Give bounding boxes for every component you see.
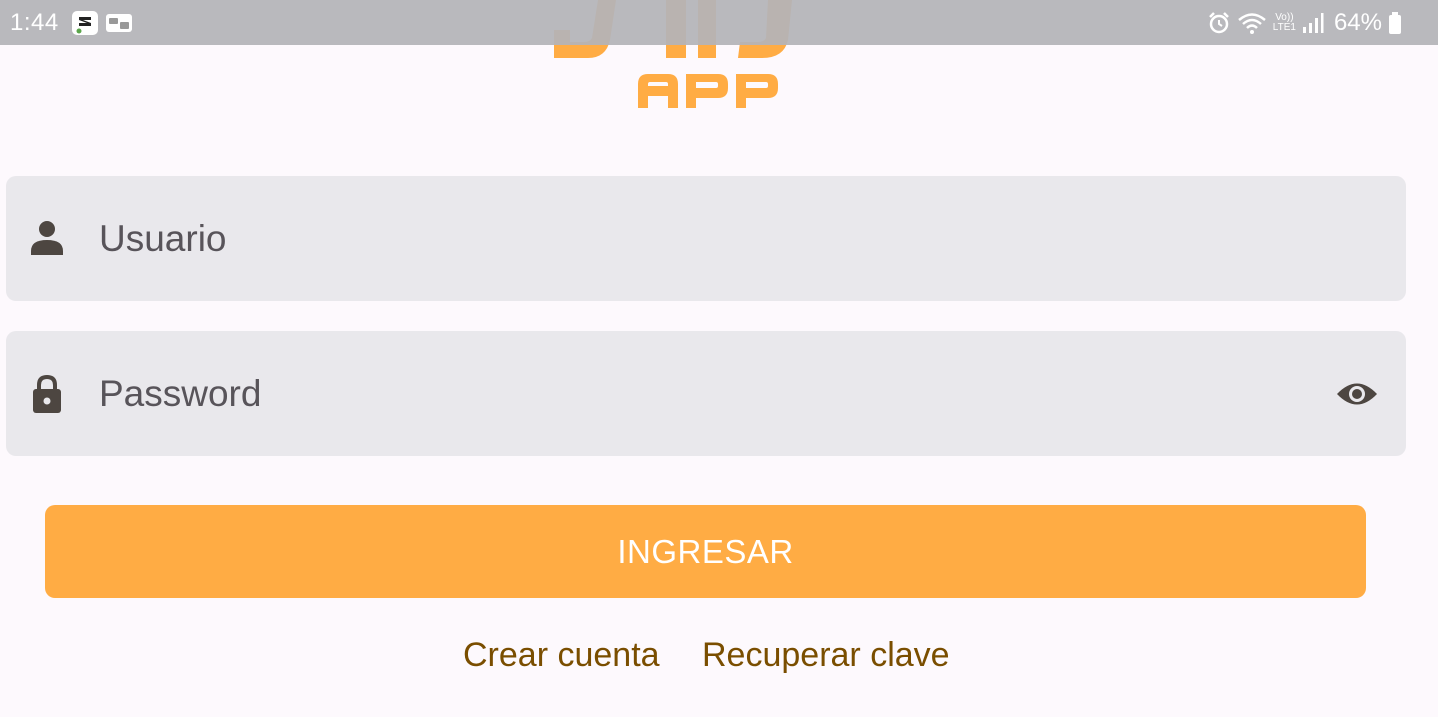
network-label-top: Vo)) [1275,11,1294,23]
username-placeholder: Usuario [99,217,227,259]
alarm-icon [1207,11,1231,35]
battery-percent: 64% [1333,8,1382,36]
recover-password-link[interactable]: Recuperar clave [702,636,950,675]
signal-icon [1302,12,1324,34]
battery-icon [1388,11,1402,35]
status-bar-right: Vo)) LTE1 64% [1207,9,1402,37]
wifi-icon [1237,11,1267,35]
login-button[interactable]: INGRESAR [45,505,1366,598]
network-type-label: Vo)) LTE1 [1272,11,1296,33]
password-field[interactable]: Password [6,331,1406,456]
login-screen: 1:44 Vo)) LTE1 64% Usuario Password INGR… [0,0,1438,717]
notification-app-icon [71,10,99,36]
network-label-bottom: LTE1 [1272,21,1296,33]
eye-icon[interactable] [1312,331,1402,456]
person-icon [6,176,88,301]
status-time: 1:44 [10,8,59,36]
create-account-link[interactable]: Crear cuenta [463,636,660,675]
status-bar-left: 1:44 [10,9,133,37]
password-placeholder: Password [99,372,262,414]
notification-card-icon [105,11,133,35]
lock-icon [6,331,88,456]
username-field[interactable]: Usuario [6,176,1406,301]
auth-links: Crear cuenta Recuperar clave [0,636,1438,681]
status-bar: 1:44 Vo)) LTE1 64% [0,0,1438,45]
